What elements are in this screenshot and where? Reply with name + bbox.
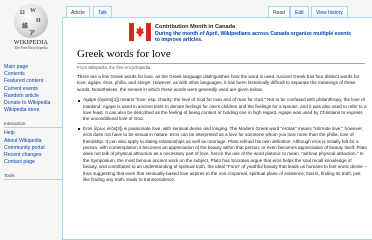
tagline: The Free Encyclopedia <box>14 46 48 50</box>
notice-body: During the month of April, Wikipedians a… <box>155 31 351 43</box>
intro-paragraph: There are a few Greek words for love, as… <box>77 74 360 92</box>
notice-line-1[interactable]: During the month of April, Wikipedians a… <box>155 31 351 37</box>
list-item-agape: Agápe (ἀγάπη[1]) means "love: esp. chari… <box>78 97 367 122</box>
sidebar-item-featured-content[interactable]: Featured content <box>4 78 62 85</box>
page-tabs: Article Talk Read Edit View history <box>62 0 372 18</box>
maple-leaf-flag-icon <box>129 23 151 41</box>
definitions-list: Agápe (ἀγάπη[1]) means "love: esp. chari… <box>77 97 367 183</box>
sidebar-nav: Main page Contents Featured content Curr… <box>4 64 62 182</box>
sidebar-item-random-article[interactable]: Random article <box>4 93 62 100</box>
globe-glyph: 維 <box>22 24 29 30</box>
sidebar-item-community-portal[interactable]: Community portal <box>4 145 62 152</box>
sidebar-item-current-events[interactable]: Current events <box>4 86 62 93</box>
globe-glyph: Ω <box>20 10 25 16</box>
page-title: Greek words for love <box>77 48 171 60</box>
sidebar-item-main-page[interactable]: Main page <box>4 64 62 71</box>
tagline-from: From Wikipedia, the free encyclopedia <box>77 65 151 70</box>
sidebar: Ω W И 維 ア WIKIPEDIA The Free Encyclopedi… <box>0 0 62 240</box>
sidebar-item-help[interactable]: Help <box>4 130 62 137</box>
puzzle-globe-icon: Ω W И 維 ア <box>14 4 48 38</box>
notice-title: Contribution Month in Canada <box>155 24 236 30</box>
sidebar-item-donate[interactable]: Donate to Wikipedia <box>4 100 62 107</box>
globe-glyph: И <box>36 18 41 24</box>
sidebar-item-contact[interactable]: Contact page <box>4 159 62 166</box>
list-item-eros: Éros (ἔρως érōs[3]) is passionate love, … <box>78 125 367 183</box>
sidebar-heading-tools[interactable]: Tools <box>4 173 62 181</box>
notice-line-2[interactable]: to improve articles. <box>155 37 203 43</box>
wordmark: WIKIPEDIA <box>13 39 49 46</box>
sidebar-item-recent-changes[interactable]: Recent changes <box>4 152 62 159</box>
article-body: There are a few Greek words for love, as… <box>77 74 367 187</box>
sidebar-item-about[interactable]: About Wikipedia <box>4 138 62 145</box>
sidebar-heading-interaction[interactable]: Interaction <box>4 121 62 129</box>
wikipedia-logo[interactable]: Ω W И 維 ア WIKIPEDIA The Free Encyclopedi… <box>8 4 54 54</box>
sidebar-item-contents[interactable]: Contents <box>4 71 62 78</box>
sidebar-item-store[interactable]: Wikipedia store <box>4 107 62 114</box>
title-divider <box>77 63 365 64</box>
content-area: Contribution Month in Canada During the … <box>62 17 372 240</box>
globe-glyph: ア <box>29 31 36 37</box>
site-notice: Contribution Month in Canada During the … <box>77 21 369 45</box>
globe-glyph: W <box>30 8 36 14</box>
